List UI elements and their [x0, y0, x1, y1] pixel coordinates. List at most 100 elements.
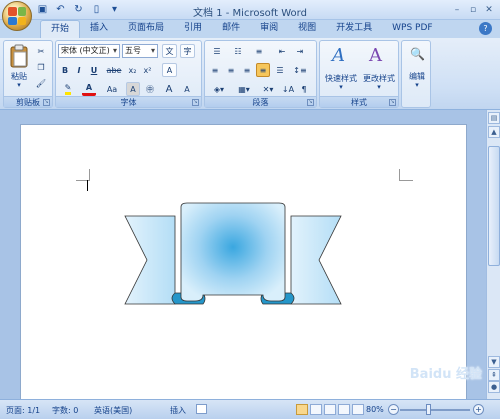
clipboard-group: 粘贴 ▾ ✂ ❐ 🖌 剪贴板 ↘ [3, 40, 53, 108]
line-spacing-icon[interactable]: ↕≡ [291, 63, 309, 77]
help-icon[interactable]: ? [479, 22, 492, 35]
align-center-icon[interactable]: ≡ [224, 63, 238, 77]
show-marks-icon[interactable]: ¶ [297, 82, 311, 96]
format-painter-icon[interactable]: 🖌 [34, 76, 48, 90]
tab-view[interactable]: 视图 [288, 20, 326, 38]
office-logo-icon [8, 7, 26, 25]
fullscreen-reading-view-icon[interactable] [310, 404, 322, 415]
change-case-button[interactable]: Aa [102, 82, 122, 96]
shrink-font-button[interactable]: A [180, 82, 194, 96]
minimize-icon[interactable]: – [450, 3, 464, 16]
cut-icon[interactable]: ✂ [34, 44, 48, 58]
paste-button[interactable]: 粘贴 ▾ [7, 43, 31, 93]
styles-group-label: 样式 [320, 96, 398, 107]
zoom-out-icon[interactable]: − [388, 404, 399, 415]
char-shading-button[interactable]: A [126, 82, 140, 96]
change-styles-icon: A [369, 45, 382, 66]
strikethrough-button[interactable]: abe [105, 63, 123, 77]
tab-home[interactable]: 开始 [40, 20, 81, 38]
shading-icon[interactable]: ◈▾ [208, 82, 230, 96]
banner-ribbon-shape[interactable] [123, 201, 343, 321]
font-name-combo[interactable]: 宋体 (中文正) [58, 44, 120, 58]
view-buttons [296, 404, 364, 415]
font-launcher-icon[interactable]: ↘ [192, 99, 199, 106]
char-border-button[interactable]: 字 [180, 44, 195, 58]
tab-wps-pdf[interactable]: WPS PDF [382, 20, 442, 38]
superscript-button[interactable]: x² [141, 63, 154, 77]
highlight-button[interactable]: ✎ [59, 82, 77, 96]
copy-icon[interactable]: ❐ [34, 60, 48, 74]
tab-insert[interactable]: 插入 [80, 20, 118, 38]
zoom-level[interactable]: 80% [366, 405, 384, 414]
office-button[interactable] [2, 1, 32, 31]
align-left-icon[interactable]: ≡ [208, 63, 222, 77]
print-layout-view-icon[interactable] [296, 404, 308, 415]
change-styles-button[interactable]: A 更改样式 ▾ [361, 43, 397, 93]
insert-mode[interactable]: 插入 [170, 405, 186, 416]
clear-format-button[interactable]: A [162, 63, 177, 77]
scroll-down-icon[interactable]: ▼ [488, 356, 500, 368]
maximize-icon[interactable]: ▫ [466, 3, 480, 16]
grow-font-button[interactable]: A [162, 82, 176, 96]
ruler-toggle-icon[interactable]: ▤ [488, 112, 500, 124]
banner-center [180, 202, 286, 302]
ribbon-tabs: 开始 插入 页面布局 引用 邮件 审阅 视图 开发工具 WPS PDF [40, 20, 443, 38]
paste-icon [10, 44, 28, 68]
borders-icon[interactable]: ▦▾ [233, 82, 255, 96]
font-color-button[interactable]: A [82, 82, 96, 96]
document-page[interactable] [20, 124, 467, 404]
bold-button[interactable]: B [59, 63, 71, 77]
paragraph-group-label: 段落 [205, 96, 316, 107]
justify-icon[interactable]: ≡ [256, 63, 270, 77]
multilevel-list-icon[interactable]: ≡ [250, 44, 268, 58]
quick-styles-button[interactable]: A 快速样式 ▾ [323, 43, 359, 93]
paragraph-launcher-icon[interactable]: ↘ [307, 99, 314, 106]
watermark-text: Baidu 经验 [409, 367, 482, 382]
word-count[interactable]: 字数: 0 [52, 405, 78, 416]
clipboard-launcher-icon[interactable]: ↘ [43, 99, 50, 106]
numbering-icon[interactable]: ☷ [229, 44, 247, 58]
styles-launcher-icon[interactable]: ↘ [389, 99, 396, 106]
tab-page-layout[interactable]: 页面布局 [118, 20, 174, 38]
chinese-layout-icon[interactable]: ✕▾ [258, 82, 278, 96]
sort-icon[interactable]: ↓A [281, 82, 295, 96]
scroll-up-icon[interactable]: ▲ [488, 126, 500, 138]
phonetic-guide-button[interactable]: 文 [162, 44, 177, 58]
enclose-chars-icon[interactable]: ㊥ [143, 82, 157, 96]
title-bar: ▣ ↶ ↻ ▯ ▾ 文档 1 - Microsoft Word – ▫ ✕ [0, 0, 500, 20]
paragraph-group: ☰ ☷ ≡ ⇤ ⇥ ≡ ≡ ≡ ≡ ☰ ↕≡ ◈▾ ▦▾ ✕▾ ↓A ¶ 段落 … [204, 40, 317, 108]
editing-button[interactable]: 🔍 编辑 ▾ [403, 43, 431, 95]
banner-left-tail [124, 215, 176, 305]
zoom-slider-knob[interactable] [426, 404, 431, 415]
underline-button[interactable]: U [87, 63, 101, 77]
outline-view-icon[interactable] [338, 404, 350, 415]
font-group-label: 字体 [56, 96, 201, 107]
bullets-icon[interactable]: ☰ [208, 44, 226, 58]
italic-button[interactable]: I [73, 63, 85, 77]
scroll-thumb[interactable] [488, 146, 500, 266]
zoom-in-icon[interactable]: + [473, 404, 484, 415]
draft-view-icon[interactable] [352, 404, 364, 415]
decrease-indent-icon[interactable]: ⇤ [275, 44, 289, 58]
increase-indent-icon[interactable]: ⇥ [293, 44, 307, 58]
subscript-button[interactable]: x₂ [126, 63, 139, 77]
tab-mailings[interactable]: 邮件 [212, 20, 250, 38]
close-icon[interactable]: ✕ [482, 3, 496, 16]
vertical-scrollbar[interactable]: ▤ ▲ ▼ ⇞ ● [486, 110, 500, 399]
font-group: 宋体 (中文正) 五号 文 字 B I U abe x₂ x² A ✎ A Aa… [55, 40, 202, 108]
select-browse-icon[interactable]: ● [488, 381, 500, 393]
zoom-slider[interactable] [400, 409, 470, 411]
web-layout-view-icon[interactable] [324, 404, 336, 415]
quick-styles-dropdown-icon: ▾ [339, 83, 343, 91]
styles-group: A 快速样式 ▾ A 更改样式 ▾ 样式 ↘ [319, 40, 399, 108]
distributed-icon[interactable]: ☰ [273, 63, 287, 77]
language-indicator[interactable]: 英语(美国) [94, 405, 132, 416]
tab-review[interactable]: 审阅 [250, 20, 288, 38]
prev-page-icon[interactable]: ⇞ [488, 369, 500, 381]
align-right-icon[interactable]: ≡ [240, 63, 254, 77]
macro-record-icon[interactable] [196, 404, 207, 414]
tab-developer[interactable]: 开发工具 [326, 20, 382, 38]
tab-references[interactable]: 引用 [174, 20, 212, 38]
page-count[interactable]: 页面: 1/1 [6, 405, 40, 416]
font-size-combo[interactable]: 五号 [122, 44, 158, 58]
